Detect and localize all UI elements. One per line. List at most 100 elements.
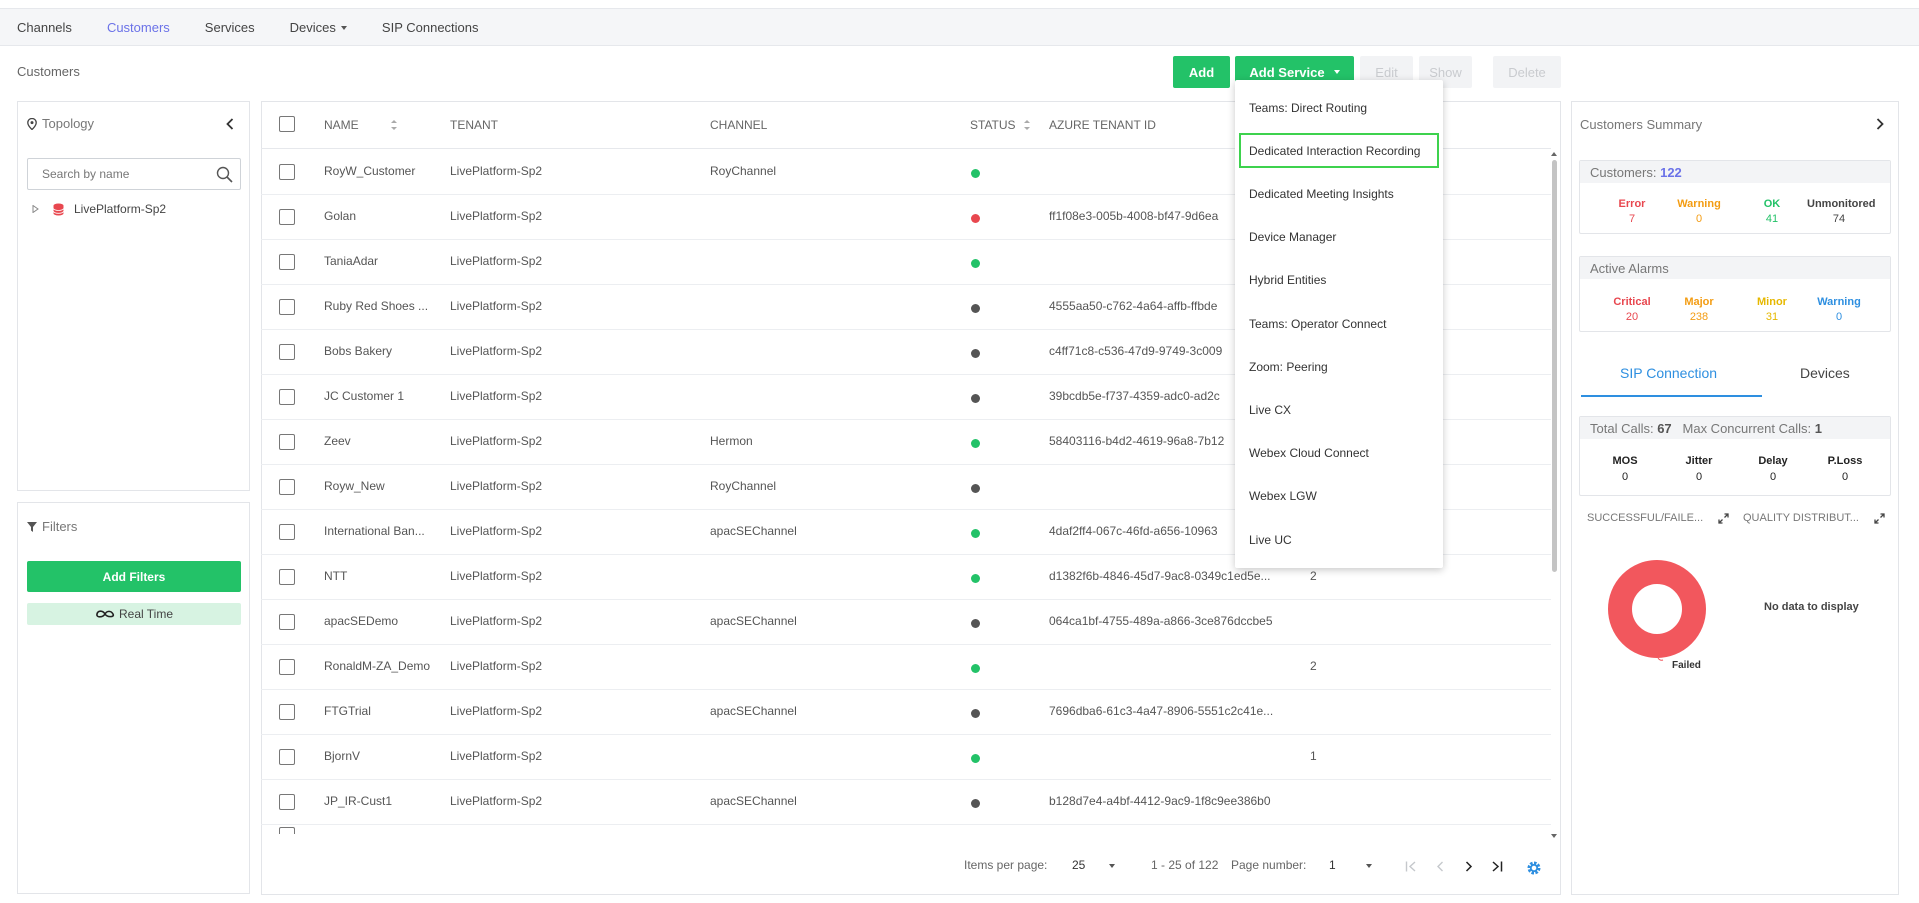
cell-azure-tenant-id: 7696dba6-61c3-4a47-8906-5551c2c41e... (1049, 704, 1274, 718)
row-checkbox[interactable] (279, 434, 295, 450)
nav-devices[interactable]: Devices (290, 20, 347, 35)
nav-customers[interactable]: Customers (107, 20, 170, 35)
cell-tenant: LivePlatform-Sp2 (450, 704, 543, 718)
search-icon[interactable] (216, 166, 233, 183)
row-checkbox[interactable] (279, 659, 295, 675)
table-row[interactable]: FTGTrial LivePlatform-Sp2 apacSEChannel 769… (261, 690, 1551, 735)
table-row-partial (261, 824, 1551, 834)
row-checkbox[interactable] (279, 704, 295, 720)
cell-azure-tenant-id: ff1f08e3-005b-4008-bf47-9d6ea (1049, 209, 1219, 223)
items-per-page-select[interactable]: 25 (1072, 858, 1116, 872)
row-checkbox[interactable] (279, 164, 295, 180)
expand-icon[interactable] (1874, 513, 1885, 524)
chevron-right-icon[interactable] (1876, 118, 1884, 130)
dropdown-item[interactable]: Device Manager (1235, 216, 1443, 259)
donut-slice-failed[interactable] (1608, 560, 1706, 658)
dropdown-item[interactable]: Webex LGW (1235, 475, 1443, 518)
dropdown-item[interactable]: Zoom: Peering (1235, 345, 1443, 388)
add-button[interactable]: Add (1173, 56, 1230, 88)
row-checkbox[interactable] (279, 827, 295, 834)
stat-value: 7 (1628, 213, 1636, 225)
status-dot (971, 664, 980, 673)
table-scrollbar-thumb[interactable] (1552, 160, 1557, 572)
col-azure-tenant-id[interactable]: AZURE TENANT ID (1049, 118, 1156, 132)
cell-name: JC Customer 1 (324, 389, 405, 403)
sort-icon[interactable] (390, 120, 397, 130)
nav-sip-connections[interactable]: SIP Connections (382, 20, 479, 35)
row-checkbox[interactable] (279, 299, 295, 315)
delete-button[interactable]: Delete (1493, 56, 1561, 88)
row-checkbox[interactable] (279, 749, 295, 765)
realtime-toggle[interactable]: Real Time (27, 603, 241, 625)
next-page-icon[interactable] (1465, 861, 1473, 872)
prev-page-icon[interactable] (1436, 861, 1444, 872)
scroll-down-icon[interactable] (1550, 833, 1558, 839)
expand-arrow-icon[interactable] (32, 205, 39, 213)
dropdown-item[interactable]: Hybrid Entities (1235, 259, 1443, 302)
alarms-box: Active Alarms Critical 20 Major 238 Minor 31 W… (1579, 256, 1891, 332)
nav-channels[interactable]: Channels (17, 20, 72, 35)
cell-name: Royw_New (324, 479, 385, 493)
cell-name: apacSEDemo (324, 614, 399, 628)
row-checkbox[interactable] (279, 344, 295, 360)
location-pin-icon (27, 117, 37, 130)
cell-name: Golan (324, 209, 357, 223)
chevron-down-icon (1365, 863, 1372, 868)
dropdown-item[interactable]: Dedicated Interaction Recording (1235, 129, 1443, 172)
row-checkbox[interactable] (279, 479, 295, 495)
dropdown-item[interactable]: Dedicated Meeting Insights (1235, 172, 1443, 215)
alarms-header: Active Alarms (1580, 257, 1890, 279)
customers-label: Customers: (1590, 164, 1657, 180)
sort-icon[interactable] (1023, 120, 1030, 130)
cell-count: 1 (1310, 749, 1317, 763)
first-page-icon[interactable] (1405, 861, 1417, 872)
page-number-select[interactable]: 1 (1329, 858, 1372, 872)
table-row[interactable]: BjornV LivePlatform-Sp2 1 (261, 735, 1551, 780)
row-checkbox[interactable] (279, 389, 295, 405)
dropdown-item[interactable]: Webex Cloud Connect (1235, 432, 1443, 475)
infinity-icon (96, 610, 115, 618)
cell-name: Zeev (324, 434, 351, 448)
donut-chart (1608, 560, 1706, 661)
dropdown-item[interactable]: Live UC (1235, 518, 1443, 561)
col-name[interactable]: NAME (324, 118, 397, 132)
dropdown-item[interactable]: Teams: Direct Routing (1235, 86, 1443, 129)
nav-services[interactable]: Services (205, 20, 255, 35)
cell-tenant: LivePlatform-Sp2 (450, 299, 543, 313)
chevron-left-icon[interactable] (225, 118, 235, 130)
tab-sip-connection[interactable]: SIP Connection (1620, 365, 1717, 381)
table-row[interactable]: RonaldM-ZA_Demo LivePlatform-Sp2 2 (261, 645, 1551, 690)
cell-tenant: LivePlatform-Sp2 (450, 254, 543, 268)
expand-icon[interactable] (1718, 513, 1729, 524)
nav-devices-label: Devices (289, 19, 336, 35)
row-checkbox[interactable] (279, 569, 295, 585)
add-service-dropdown: Teams: Direct Routing Dedicated Interacti… (1235, 80, 1443, 568)
cell-azure-tenant-id: 4daf2ff4-067c-46fd-a656-10963 (1049, 524, 1218, 538)
dropdown-item[interactable]: Teams: Operator Connect (1235, 302, 1443, 345)
search-input[interactable] (28, 159, 198, 189)
row-checkbox[interactable] (279, 254, 295, 270)
row-checkbox[interactable] (279, 794, 295, 810)
add-filters-button[interactable]: Add Filters (27, 561, 241, 592)
table-row[interactable]: apacSEDemo LivePlatform-Sp2 apacSEChannel 0… (261, 600, 1551, 645)
gear-icon[interactable] (1526, 860, 1542, 876)
col-tenant[interactable]: TENANT (450, 118, 498, 132)
table-row[interactable]: JP_IR-Cust1 LivePlatform-Sp2 apacSEChannel… (261, 780, 1551, 825)
tab-devices[interactable]: Devices (1800, 365, 1850, 381)
cell-name: Bobs Bakery (324, 344, 393, 358)
dropdown-item[interactable]: Live CX (1235, 388, 1443, 431)
col-status[interactable]: STATUS (970, 118, 1030, 132)
row-checkbox[interactable] (279, 524, 295, 540)
stat-item: Critical 20 (1600, 296, 1664, 323)
last-page-icon[interactable] (1491, 861, 1503, 872)
cell-name: TaniaAdar (324, 254, 379, 268)
page-number-value: 1 (1329, 858, 1336, 872)
row-checkbox[interactable] (279, 614, 295, 630)
col-channel[interactable]: CHANNEL (710, 118, 767, 132)
tree-node-root[interactable]: LivePlatform-Sp2 (32, 202, 166, 216)
status-dot (971, 799, 980, 808)
scroll-up-icon[interactable] (1550, 151, 1558, 157)
select-all-checkbox[interactable] (279, 116, 295, 132)
row-checkbox[interactable] (279, 209, 295, 225)
cell-channel: Hermon (710, 434, 753, 448)
